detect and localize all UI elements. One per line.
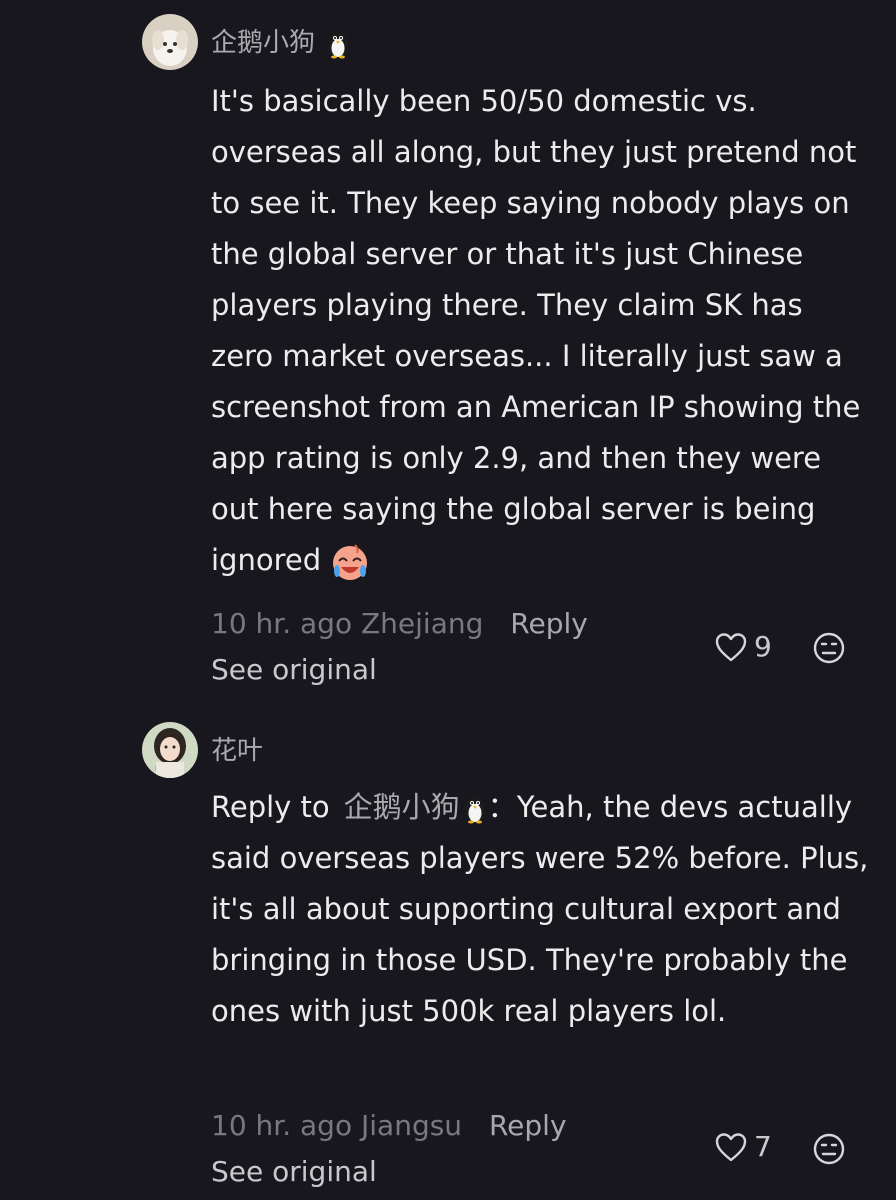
comment-location: Zhejiang — [361, 607, 484, 640]
unhappy-face-icon[interactable] — [812, 1132, 846, 1166]
comment-location: Jiangsu — [361, 1109, 463, 1142]
like-button[interactable]: 7 — [714, 1130, 772, 1163]
reply-to-username[interactable]: 企鹅小狗 — [344, 790, 488, 824]
comment-body: Reply to 企鹅小狗 ：Yeah, the devs actually sa… — [211, 782, 871, 1037]
comment-meta: 10 hr. ago Jiangsu Reply — [211, 1109, 567, 1142]
unhappy-face-icon[interactable] — [812, 631, 846, 665]
avatar[interactable] — [142, 722, 198, 778]
username[interactable]: 花叶 — [211, 730, 263, 767]
penguin-emoji-icon — [464, 797, 485, 824]
reply-to-username-text: 企鹅小狗 — [343, 790, 460, 824]
comment-text: Yeah, the devs actually said overseas pl… — [211, 790, 869, 1028]
avatar[interactable] — [142, 14, 198, 70]
comment-time: 10 hr. ago — [211, 607, 353, 640]
reply-separator: ： — [487, 790, 517, 824]
see-original-link[interactable]: See original — [211, 1155, 377, 1188]
username[interactable]: 企鹅小狗 — [211, 22, 351, 59]
like-count: 9 — [754, 630, 772, 663]
penguin-emoji-icon — [328, 31, 349, 58]
heart-outline-icon — [715, 632, 747, 661]
laughing-crying-emoji-icon — [333, 544, 368, 580]
comment-text: It's basically been 50/50 domestic vs. o… — [211, 84, 861, 577]
username-text: 企鹅小狗 — [211, 28, 316, 58]
reply-to-label: Reply to — [211, 790, 330, 824]
like-count: 7 — [754, 1130, 772, 1163]
reply-button[interactable]: Reply — [510, 607, 588, 640]
avatar-girl-image — [142, 722, 198, 778]
see-original-link[interactable]: See original — [211, 653, 377, 686]
comment-meta: 10 hr. ago Zhejiang Reply — [211, 607, 588, 640]
comment-time: 10 hr. ago — [211, 1109, 353, 1142]
reply-button[interactable]: Reply — [489, 1109, 567, 1142]
avatar-dog-image — [142, 14, 198, 70]
heart-outline-icon — [715, 1132, 747, 1161]
comment-body: It's basically been 50/50 domestic vs. o… — [211, 76, 871, 586]
username-text: 花叶 — [211, 736, 264, 766]
like-button[interactable]: 9 — [714, 630, 772, 663]
